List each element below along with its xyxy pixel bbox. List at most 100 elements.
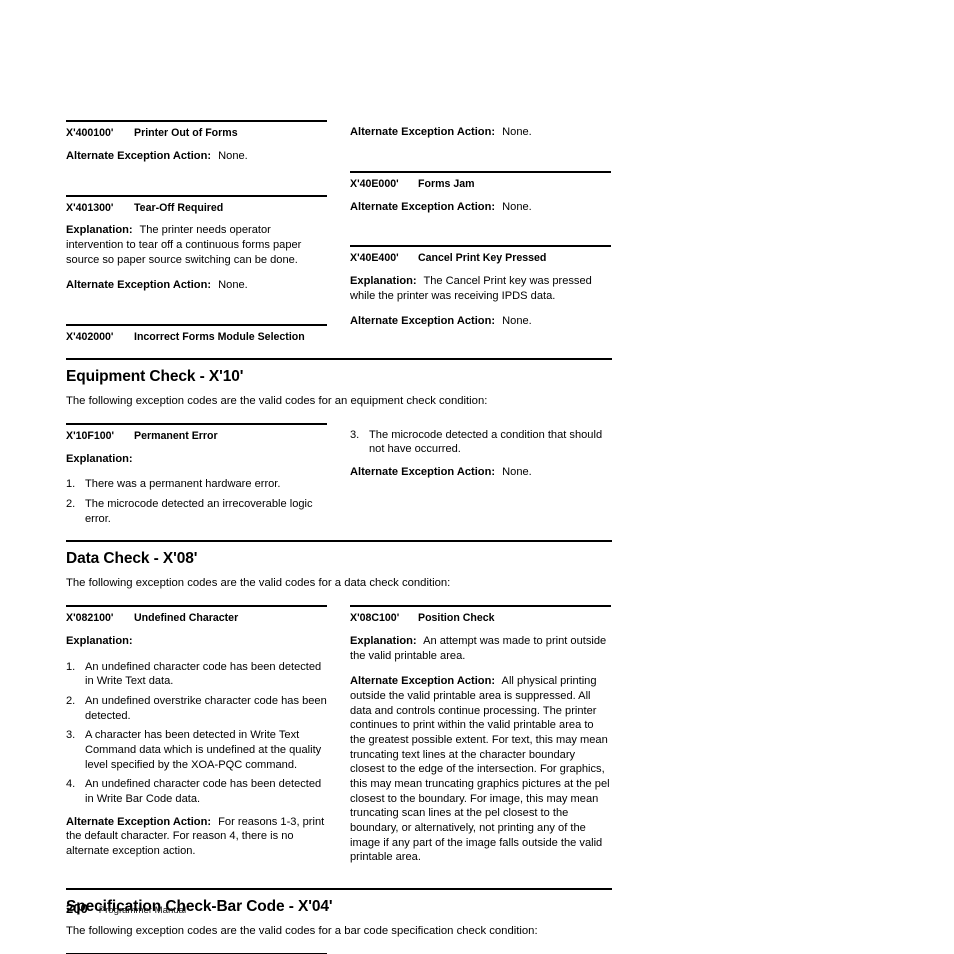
alternate-exception-action-value: None. xyxy=(502,315,532,328)
equipment-check-right-column: The microcode detected a condition that … xyxy=(350,423,611,526)
alternate-exception-action-value: None. xyxy=(218,149,248,162)
explanation-paragraph: Explanation: An attempt was made to prin… xyxy=(350,634,611,663)
alternate-exception-action-paragraph: Alternate Exception Action: None. xyxy=(66,149,327,164)
exception-code: X'400100' xyxy=(66,127,114,139)
exception-code: X'40E000' xyxy=(350,177,399,190)
explanation-label: Explanation: xyxy=(66,224,133,237)
alternate-exception-action-value: None. xyxy=(502,126,532,138)
alternate-exception-action-label: Alternate Exception Action: xyxy=(350,466,496,479)
list-item: A character has been detected in Write T… xyxy=(66,728,322,771)
explanation-paragraph: Explanation: xyxy=(66,452,327,467)
alternate-exception-action-label: Alternate Exception Action: xyxy=(350,200,496,213)
alternate-exception-action-paragraph: Alternate Exception Action: All physical… xyxy=(350,674,611,864)
explanation-label: Explanation: xyxy=(350,635,417,648)
exception-title: Cancel Print Key Pressed xyxy=(418,252,547,265)
exception-title: Permanent Error xyxy=(134,429,218,442)
exception-code: X'082100' xyxy=(66,612,114,625)
alternate-exception-action-paragraph: Alternate Exception Action: None. xyxy=(350,125,611,140)
explanation-list: There was a permanent hardware error. The… xyxy=(66,477,327,526)
explanation-label: Explanation: xyxy=(66,452,133,465)
data-check-columns: X'082100' Undefined Character Explanatio… xyxy=(66,605,612,876)
exception-code: X'401300' xyxy=(66,201,114,214)
section-intro: The following exception codes are the va… xyxy=(66,924,538,937)
equipment-check-columns: X'10F100' Permanent Error Explanation: T… xyxy=(66,422,612,526)
exception-title: Printer Out of Forms xyxy=(134,127,238,139)
alternate-exception-action-label: Alternate Exception Action: xyxy=(66,815,212,828)
section-specification-check-bar-code: Specification Check-Bar Code - X'04' The… xyxy=(66,887,612,954)
explanation-paragraph: Explanation: The printer needs operator … xyxy=(66,223,327,267)
alternate-exception-action-label: Alternate Exception Action: xyxy=(350,315,496,328)
top-section-right-column: Alternate Exception Action: None. X'40E0… xyxy=(350,120,611,345)
exception-code: X'10F100' xyxy=(66,429,115,442)
entry-heading: X'10F100' Permanent Error xyxy=(66,425,327,444)
list-item: The microcode detected a condition that … xyxy=(350,428,603,456)
list-item: An undefined character code has been det… xyxy=(66,777,322,805)
explanation-label: Explanation: xyxy=(350,275,417,287)
exception-entry-400100: X'400100' Printer Out of Forms Alternate… xyxy=(66,120,327,195)
section-title: Data Check - X'08' xyxy=(66,550,198,568)
section-divider xyxy=(66,540,612,543)
list-item: An undefined character code has been det… xyxy=(66,660,322,688)
exception-title: Incorrect Forms Module Selection xyxy=(134,331,305,344)
top-section-columns: X'400100' Printer Out of Forms Alternate… xyxy=(66,120,612,345)
entry-heading: X'40E000' Forms Jam xyxy=(350,173,611,192)
page-footer: 200 Programmer Manual xyxy=(66,901,186,916)
entry-heading: X'40E400' Cancel Print Key Pressed xyxy=(350,247,611,266)
exception-title: Undefined Character xyxy=(134,612,239,625)
exception-code: X'402000' xyxy=(66,331,114,344)
entry-heading: X'401300' Tear-Off Required xyxy=(66,197,327,216)
page-content: X'400100' Printer Out of Forms Alternate… xyxy=(66,120,612,954)
data-check-left-column: X'082100' Undefined Character Explanatio… xyxy=(66,605,327,876)
equipment-check-left-column: X'10F100' Permanent Error Explanation: T… xyxy=(66,422,327,526)
entry-heading: X'082100' Undefined Character xyxy=(66,607,327,626)
explanation-list-continued: The microcode detected a condition that … xyxy=(350,428,611,457)
section-data-check: Data Check - X'08' The following excepti… xyxy=(66,540,612,876)
section-title: Equipment Check - X'10' xyxy=(66,367,244,385)
alternate-exception-action-value: None. xyxy=(218,279,248,292)
alternate-exception-action-paragraph: Alternate Exception Action: None. xyxy=(66,278,327,293)
alternate-exception-action-label: Alternate Exception Action: xyxy=(66,149,212,162)
section-equipment-check: Equipment Check - X'10' The following ex… xyxy=(66,357,612,526)
alternate-exception-action-label: Alternate Exception Action: xyxy=(66,279,212,292)
exception-entry-10F100: X'10F100' Permanent Error Explanation: T… xyxy=(66,422,327,526)
alternate-exception-action-paragraph: Alternate Exception Action: For reasons … xyxy=(66,815,327,859)
alternate-exception-action-value: All physical printing outside the valid … xyxy=(350,675,610,864)
list-item: There was a permanent hardware error. xyxy=(66,477,281,491)
exception-code: X'08C100' xyxy=(350,612,400,625)
section-divider xyxy=(66,357,612,360)
explanation-label: Explanation: xyxy=(66,635,133,648)
exception-title: Position Check xyxy=(418,612,495,625)
footer-page-number: 200 xyxy=(66,901,88,916)
alternate-exception-action-paragraph: Alternate Exception Action: None. xyxy=(350,465,611,480)
exception-code: X'40E400' xyxy=(350,252,399,265)
exception-entry-402000: X'402000' Incorrect Forms Module Selecti… xyxy=(66,324,327,345)
data-check-right-column: X'08C100' Position Check Explanation: An… xyxy=(350,605,611,876)
exception-entry-082100: X'082100' Undefined Character Explanatio… xyxy=(66,605,327,858)
exception-title: Forms Jam xyxy=(418,177,475,190)
section-divider xyxy=(66,887,612,890)
entry-heading: X'08C100' Position Check xyxy=(350,607,611,626)
exception-entry-401300: X'401300' Tear-Off Required Explanation:… xyxy=(66,194,327,325)
footer-document-title: Programmer Manual xyxy=(98,905,187,916)
alternate-exception-action-paragraph: Alternate Exception Action: None. xyxy=(350,314,611,329)
entry-heading: X'400100' Printer Out of Forms xyxy=(66,122,327,141)
list-item: An undefined overstrike character code h… xyxy=(66,694,327,722)
alternate-exception-action-label: Alternate Exception Action: xyxy=(350,126,496,138)
exception-entry-carryover: Alternate Exception Action: None. xyxy=(350,125,611,171)
alternate-exception-action-value: None. xyxy=(502,466,532,479)
top-section-left-column: X'400100' Printer Out of Forms Alternate… xyxy=(66,120,327,345)
alternate-exception-action-value: None. xyxy=(502,200,532,213)
explanation-paragraph: Explanation: The Cancel Print key was pr… xyxy=(350,274,611,303)
exception-entry-40E000: X'40E000' Forms Jam Alternate Exception … xyxy=(350,170,611,246)
alternate-exception-action-paragraph: Alternate Exception Action: None. xyxy=(350,200,611,215)
exception-entry-40E400: X'40E400' Cancel Print Key Pressed Expla… xyxy=(350,245,611,329)
document-page: X'400100' Printer Out of Forms Alternate… xyxy=(0,0,954,954)
explanation-list: An undefined character code has been det… xyxy=(66,660,327,807)
list-item: The microcode detected an irrecoverable … xyxy=(66,497,313,525)
exception-entry-08C100: X'08C100' Position Check Explanation: An… xyxy=(350,605,611,864)
explanation-paragraph: Explanation: xyxy=(66,634,327,649)
section-intro: The following exception codes are the va… xyxy=(66,577,451,590)
exception-title: Tear-Off Required xyxy=(134,201,224,214)
entry-heading: X'402000' Incorrect Forms Module Selecti… xyxy=(66,326,327,345)
section-intro: The following exception codes are the va… xyxy=(66,394,488,407)
